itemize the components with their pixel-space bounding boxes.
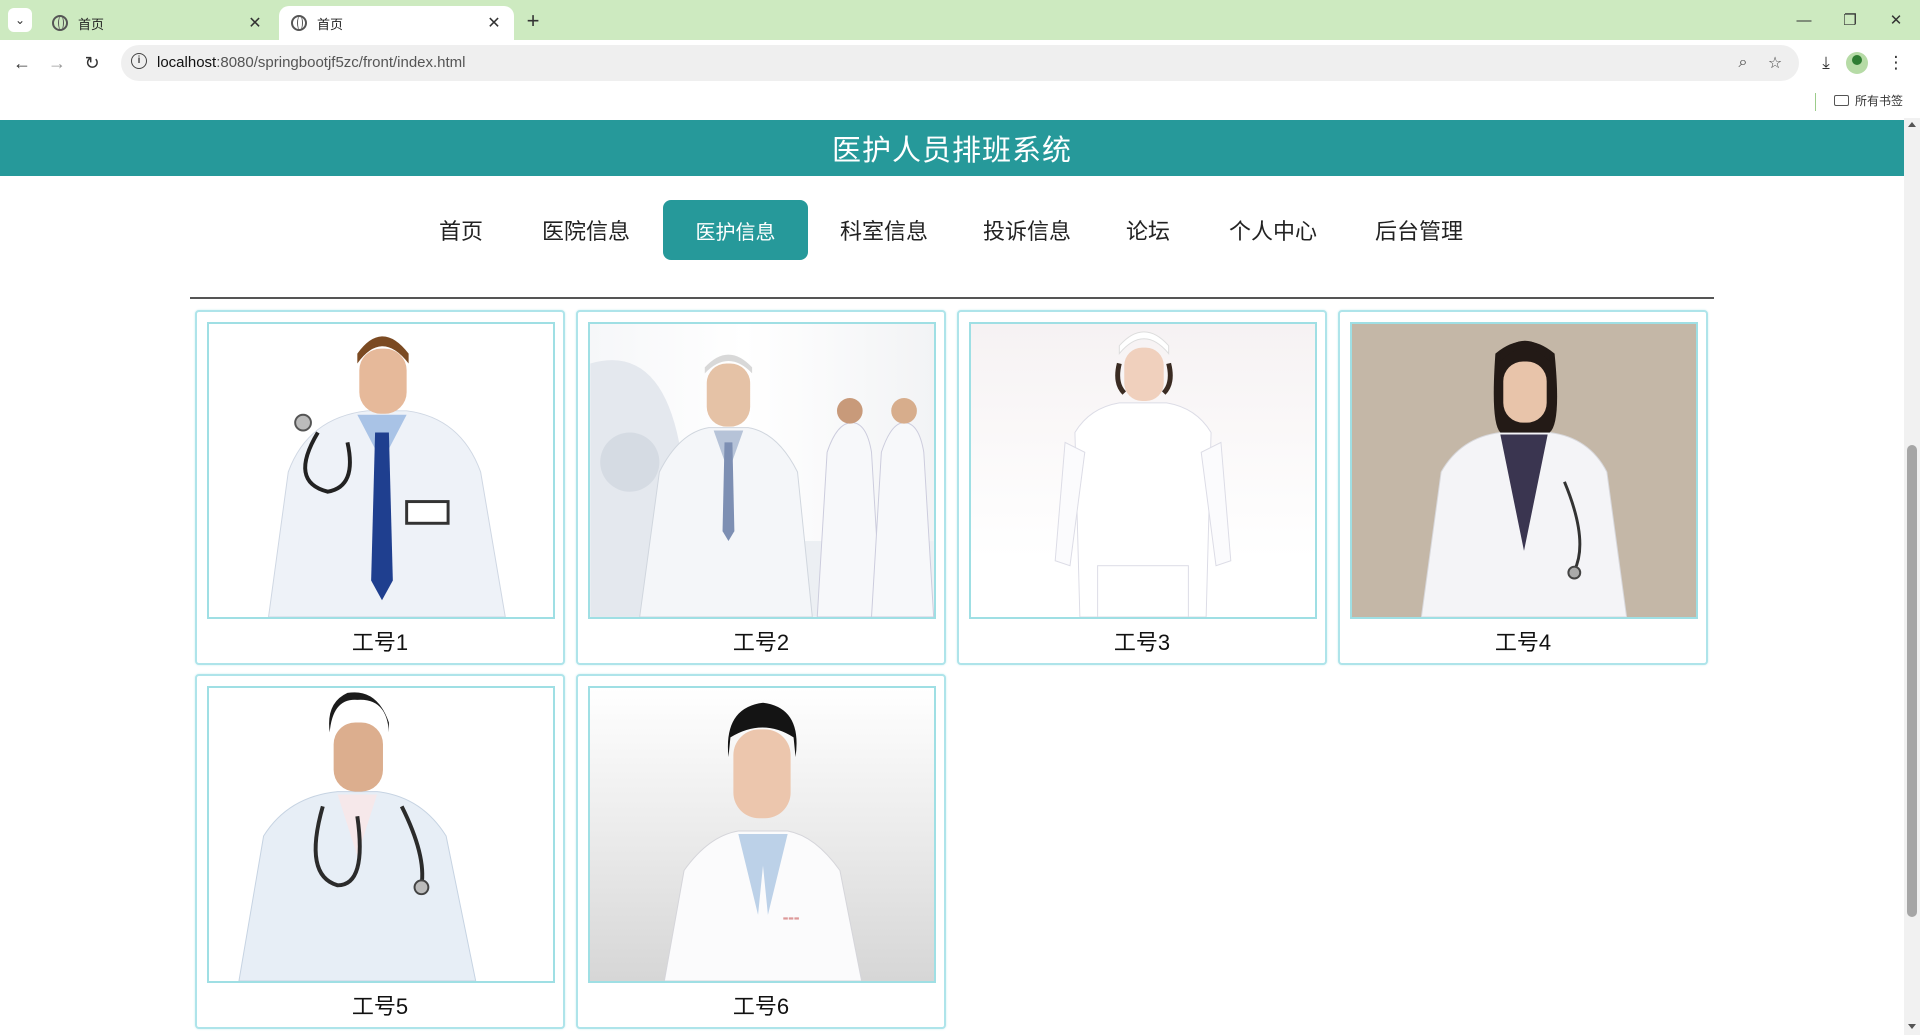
staff-photo[interactable]: [1350, 322, 1698, 619]
staff-caption: 工号3: [1113, 630, 1171, 655]
staff-caption: 工号5: [351, 994, 409, 1019]
nav-item-home[interactable]: 首页: [407, 200, 515, 260]
staff-card-3[interactable]: 工号3: [957, 310, 1327, 665]
bookmarks-bar: 所有书签: [0, 86, 1920, 118]
staff-caption: 工号1: [351, 630, 409, 655]
staff-photo[interactable]: [207, 322, 555, 619]
new-tab-button[interactable]: +: [520, 8, 546, 34]
plus-icon: +: [526, 8, 540, 33]
staff-card-2[interactable]: 工号2: [576, 310, 946, 665]
all-bookmarks-button[interactable]: 所有书签: [1834, 92, 1903, 109]
bookmarks-separator: [1815, 93, 1816, 111]
tab-title: 首页: [78, 16, 105, 32]
globe-icon: [52, 15, 68, 31]
nav-item-personal-center[interactable]: 个人中心: [1197, 200, 1349, 260]
restore-button[interactable]: ❐: [1830, 8, 1870, 32]
close-window-button[interactable]: ✕: [1876, 8, 1916, 32]
address-bar[interactable]: i localhost:8080/springbootjf5zc/front/i…: [121, 45, 1799, 81]
browser-tab-bar: ⌄ 首页 ✕ 首页 ✕ + — ❐ ✕: [0, 0, 1920, 40]
chevron-down-icon: ⌄: [14, 13, 26, 27]
site-nav: 首页 医院信息 医护信息 科室信息 投诉信息 论坛 个人中心 后台管理: [0, 200, 1904, 260]
staff-photo[interactable]: [207, 686, 555, 983]
svg-text:▬▬▬: ▬▬▬: [783, 916, 800, 922]
staff-photo[interactable]: [969, 322, 1317, 619]
nurse-white-uniform-image: [1054, 331, 1232, 617]
star-icon[interactable]: ☆: [1764, 52, 1786, 74]
male-doctor-portrait-image: ▬▬▬: [663, 702, 863, 981]
reload-button[interactable]: ↻: [78, 49, 106, 77]
nav-item-forum[interactable]: 论坛: [1094, 200, 1202, 260]
nav-divider: [190, 297, 1714, 299]
page-viewport: 医护人员排班系统 首页 医院信息 医护信息 科室信息 投诉信息 论坛 个人中心 …: [0, 118, 1904, 1035]
female-doctor-image: [1420, 340, 1628, 617]
minimize-icon: —: [1796, 11, 1812, 29]
menu-kebab-icon[interactable]: ⋮: [1882, 49, 1910, 77]
info-icon[interactable]: i: [131, 53, 147, 69]
staff-photo[interactable]: [588, 322, 936, 619]
scroll-thumb[interactable]: [1907, 445, 1917, 917]
tab-search-button[interactable]: ⌄: [8, 8, 32, 32]
back-button[interactable]: ←: [8, 49, 36, 77]
staff-card-4[interactable]: 工号4: [1338, 310, 1708, 665]
forward-button[interactable]: →: [43, 49, 71, 77]
site-header: 医护人员排班系统: [0, 120, 1904, 176]
profile-avatar[interactable]: [1846, 52, 1868, 74]
arrow-right-icon: →: [48, 52, 66, 73]
reload-icon: ↻: [84, 52, 100, 73]
close-icon[interactable]: ✕: [245, 13, 265, 33]
minimize-button[interactable]: —: [1784, 8, 1824, 32]
scroll-down-icon[interactable]: [1908, 1024, 1916, 1029]
site-title: 医护人员排班系统: [831, 135, 1072, 167]
scroll-up-icon[interactable]: [1908, 122, 1916, 127]
tab-title: 首页: [317, 16, 344, 32]
staff-photo[interactable]: ▬▬▬: [588, 686, 936, 983]
url-path: :8080/springbootjf5zc/front/index.html: [216, 54, 466, 71]
arrow-left-icon: ←: [13, 52, 31, 73]
browser-tab-2[interactable]: 首页 ✕: [279, 6, 514, 40]
all-bookmarks-label: 所有书签: [1855, 94, 1904, 108]
staff-card-6[interactable]: ▬▬▬ 工号6: [576, 674, 946, 1029]
browser-toolbar: ← → ↻ i localhost:8080/springbootjf5zc/f…: [0, 40, 1920, 86]
staff-caption: 工号6: [732, 994, 790, 1019]
staff-caption: 工号2: [732, 630, 790, 655]
folder-icon: [1834, 95, 1849, 106]
download-icon[interactable]: ⤓: [1812, 49, 1840, 77]
close-icon[interactable]: ✕: [484, 13, 504, 33]
page-scrollbar[interactable]: [1904, 118, 1920, 1035]
close-icon: ✕: [1889, 12, 1903, 29]
nav-item-complaint-info[interactable]: 投诉信息: [951, 200, 1103, 260]
globe-icon: [291, 15, 307, 31]
url-host: localhost: [157, 54, 217, 71]
nav-item-hospital-info[interactable]: 医院信息: [510, 200, 662, 260]
nav-item-admin[interactable]: 后台管理: [1343, 200, 1495, 260]
young-male-doctor-image: [238, 692, 477, 981]
senior-doctor-ct-room-image: [590, 354, 934, 617]
staff-card-1[interactable]: 工号1: [195, 310, 565, 665]
restore-icon: ❐: [1843, 12, 1857, 29]
staff-card-5[interactable]: 工号5: [195, 674, 565, 1029]
nav-item-department-info[interactable]: 科室信息: [808, 200, 960, 260]
staff-caption: 工号4: [1494, 630, 1552, 655]
male-doctor-stethoscope-image: [268, 336, 506, 617]
url-text[interactable]: localhost:8080/springbootjf5zc/front/ind…: [157, 54, 466, 71]
zoom-icon[interactable]: ⌕: [1732, 52, 1754, 74]
nav-item-medical-staff-info[interactable]: 医护信息: [663, 200, 808, 260]
browser-tab-1[interactable]: 首页 ✕: [40, 6, 275, 40]
